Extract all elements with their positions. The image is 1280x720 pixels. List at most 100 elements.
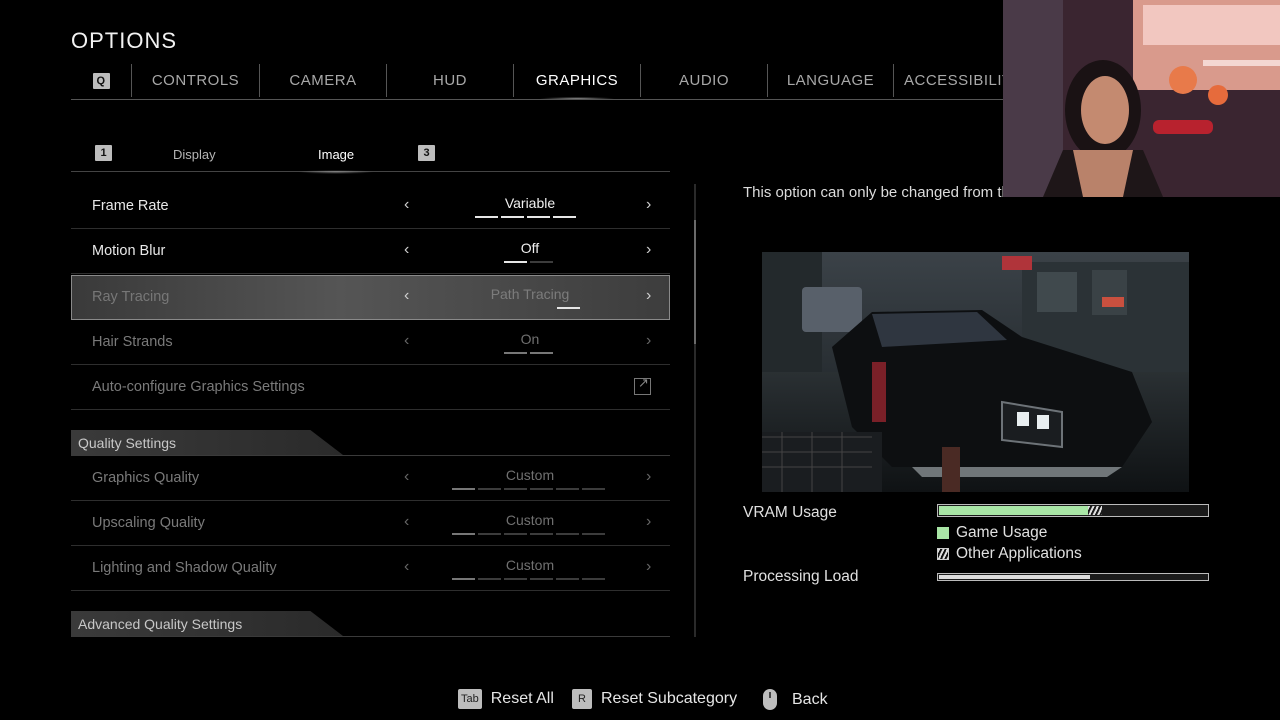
chevron-left-icon[interactable]: ‹ bbox=[404, 513, 409, 531]
level-indicator bbox=[452, 578, 605, 580]
level-segment bbox=[478, 578, 501, 580]
level-segment bbox=[504, 533, 527, 535]
level-segment bbox=[530, 261, 553, 263]
graphics-preview-image bbox=[762, 252, 1189, 492]
level-segment bbox=[501, 216, 524, 218]
chevron-left-icon[interactable]: ‹ bbox=[404, 468, 409, 486]
setting-label: Motion Blur bbox=[92, 243, 166, 259]
streamer-webcam-overlay bbox=[1003, 0, 1280, 197]
scrollbar-thumb[interactable] bbox=[694, 220, 696, 344]
subtab-prev-key[interactable]: 1 bbox=[95, 144, 112, 161]
tab-camera[interactable]: CAMERA bbox=[259, 64, 386, 97]
level-segment bbox=[530, 578, 553, 580]
section-quality-settings: Quality Settings bbox=[71, 430, 670, 456]
level-segment bbox=[504, 488, 527, 490]
sub-tab-bar: 1 Display Image 3 bbox=[71, 138, 670, 174]
chevron-right-icon[interactable]: › bbox=[646, 468, 651, 486]
chevron-right-icon[interactable]: › bbox=[646, 241, 651, 259]
legend-label: Other Applications bbox=[956, 545, 1082, 562]
tab-audio[interactable]: AUDIO bbox=[640, 64, 767, 97]
chevron-left-icon[interactable]: ‹ bbox=[404, 287, 409, 305]
reset-subcategory-label: Reset Subcategory bbox=[601, 690, 738, 707]
chevron-left-icon[interactable]: ‹ bbox=[404, 332, 409, 350]
subtab-display[interactable]: Display bbox=[173, 147, 216, 162]
settings-list: Frame Rate ‹ Variable › Motion Blur ‹ Of… bbox=[71, 184, 670, 639]
tab-hud[interactable]: HUD bbox=[386, 64, 513, 97]
processing-load-fill bbox=[939, 575, 1090, 579]
page-title: OPTIONS bbox=[71, 28, 178, 53]
level-segment bbox=[504, 352, 527, 354]
tab-accessibility[interactable]: ACCESSIBILITY bbox=[893, 64, 1006, 97]
chevron-right-icon[interactable]: › bbox=[646, 196, 651, 214]
level-segment bbox=[475, 216, 498, 218]
setting-label: Graphics Quality bbox=[92, 470, 200, 486]
r-key-icon: R bbox=[572, 689, 592, 709]
setting-value: Off bbox=[520, 240, 540, 256]
setting-value: Path Tracing bbox=[490, 286, 570, 302]
level-indicator bbox=[557, 307, 580, 309]
setting-value: Variable bbox=[504, 195, 556, 211]
setting-label: Upscaling Quality bbox=[92, 515, 205, 531]
section-title: Quality Settings bbox=[71, 430, 343, 455]
setting-lighting-shadow-quality[interactable]: Lighting and Shadow Quality ‹ Custom › bbox=[71, 546, 670, 591]
mouse-right-click-icon bbox=[763, 689, 777, 710]
level-indicator bbox=[475, 216, 576, 218]
level-segment bbox=[582, 578, 605, 580]
level-segment bbox=[478, 488, 501, 490]
chevron-left-icon[interactable]: ‹ bbox=[404, 558, 409, 576]
setting-ray-tracing[interactable]: Ray Tracing ‹ Path Tracing › bbox=[71, 275, 670, 320]
level-segment bbox=[504, 578, 527, 580]
preview-scene bbox=[762, 252, 1189, 492]
webcam-feed bbox=[1003, 0, 1280, 197]
level-segment bbox=[452, 488, 475, 490]
settings-scrollbar[interactable] bbox=[694, 184, 696, 637]
setting-frame-rate[interactable]: Frame Rate ‹ Variable › bbox=[71, 184, 670, 229]
setting-motion-blur[interactable]: Motion Blur ‹ Off › bbox=[71, 229, 670, 274]
processing-load-bar bbox=[937, 573, 1209, 581]
level-segment bbox=[530, 533, 553, 535]
section-title: Advanced Quality Settings bbox=[71, 611, 343, 636]
setting-value: Custom bbox=[505, 512, 555, 528]
tab-prev-key[interactable]: Q bbox=[71, 64, 131, 97]
vram-game-fill bbox=[939, 506, 1088, 515]
level-segment bbox=[582, 488, 605, 490]
chevron-right-icon[interactable]: › bbox=[646, 332, 651, 350]
tab-key-icon: Tab bbox=[458, 689, 482, 709]
tab-controls[interactable]: CONTROLS bbox=[131, 64, 259, 97]
setting-label: Frame Rate bbox=[92, 198, 169, 214]
reset-all-button[interactable]: Tab Reset All bbox=[458, 689, 554, 709]
level-indicator bbox=[504, 261, 553, 263]
legend-other-applications: Other Applications bbox=[937, 545, 1082, 563]
setting-label: Lighting and Shadow Quality bbox=[92, 560, 277, 576]
level-segment bbox=[504, 261, 527, 263]
subtab-image[interactable]: Image bbox=[297, 147, 375, 174]
setting-auto-configure[interactable]: Auto-configure Graphics Settings bbox=[71, 365, 670, 410]
chevron-right-icon[interactable]: › bbox=[646, 513, 651, 531]
back-label: Back bbox=[792, 690, 828, 708]
setting-value: On bbox=[520, 331, 540, 347]
level-segment bbox=[452, 533, 475, 535]
vram-other-fill bbox=[1088, 506, 1102, 515]
setting-graphics-quality[interactable]: Graphics Quality ‹ Custom › bbox=[71, 456, 670, 501]
processing-load-label: Processing Load bbox=[743, 568, 859, 585]
game-usage-swatch bbox=[937, 527, 949, 539]
level-segment bbox=[530, 488, 553, 490]
subtab-next-key[interactable]: 3 bbox=[418, 144, 435, 161]
chevron-left-icon[interactable]: ‹ bbox=[404, 196, 409, 214]
legend-game-usage: Game Usage bbox=[937, 524, 1047, 542]
chevron-right-icon[interactable]: › bbox=[646, 558, 651, 576]
tab-graphics[interactable]: GRAPHICS bbox=[513, 64, 640, 99]
tab-language[interactable]: LANGUAGE bbox=[767, 64, 893, 97]
back-button[interactable]: Back bbox=[763, 689, 828, 710]
chevron-left-icon[interactable]: ‹ bbox=[404, 241, 409, 259]
top-tab-bar: Q CONTROLS CAMERA HUD GRAPHICS AUDIO LAN… bbox=[71, 64, 1006, 100]
reset-subcategory-button[interactable]: R Reset Subcategory bbox=[572, 689, 737, 709]
setting-upscaling-quality[interactable]: Upscaling Quality ‹ Custom › bbox=[71, 501, 670, 546]
chevron-right-icon[interactable]: › bbox=[646, 287, 651, 305]
external-link-icon[interactable] bbox=[634, 375, 651, 395]
setting-hair-strands[interactable]: Hair Strands ‹ On › bbox=[71, 320, 670, 365]
setting-label: Ray Tracing bbox=[92, 289, 170, 305]
level-segment bbox=[478, 533, 501, 535]
section-advanced-quality-settings: Advanced Quality Settings bbox=[71, 611, 670, 637]
other-applications-swatch bbox=[937, 548, 949, 560]
